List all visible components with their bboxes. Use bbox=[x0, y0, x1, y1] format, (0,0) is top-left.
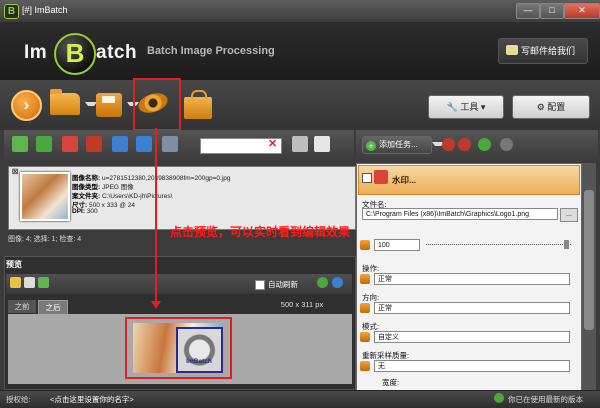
preview-highlight-box bbox=[133, 78, 181, 131]
mode-select[interactable]: 自定义 bbox=[374, 331, 570, 343]
save-button[interactable] bbox=[96, 93, 122, 117]
opacity-slider-thumb[interactable] bbox=[564, 240, 569, 249]
remove-all-icon[interactable] bbox=[86, 136, 102, 152]
settings-label: 配置 bbox=[547, 102, 566, 112]
image-dpi-line: DPI: 300 bbox=[72, 208, 98, 215]
window-title: [#] ImBatch bbox=[22, 5, 68, 15]
annotation-arrow-head bbox=[151, 301, 161, 309]
zoom-icon[interactable] bbox=[10, 277, 21, 288]
task-scrollbar-thumb[interactable] bbox=[584, 190, 594, 330]
tab-after[interactable]: 之后 bbox=[38, 300, 68, 315]
delete-task-icon[interactable] bbox=[458, 138, 471, 151]
settings-button[interactable]: ⚙ 配置 bbox=[512, 95, 590, 119]
width-label: 宽度: bbox=[382, 378, 400, 387]
maximize-button[interactable]: □ bbox=[540, 3, 564, 19]
app-icon: B bbox=[4, 4, 19, 19]
watermark-task-icon bbox=[374, 170, 388, 184]
add-folder-icon[interactable] bbox=[36, 136, 52, 152]
add-image-icon[interactable] bbox=[12, 136, 28, 152]
title-bar bbox=[0, 0, 600, 23]
filename-field[interactable]: C:\Program Files (x86)\ImBatch\Graphics\… bbox=[362, 208, 558, 220]
camera-icon[interactable] bbox=[292, 136, 308, 152]
resample-select[interactable]: 无 bbox=[374, 360, 570, 372]
logo-text-left: Im bbox=[24, 42, 48, 63]
fit-icon[interactable] bbox=[38, 277, 49, 288]
auto-refresh-checkbox[interactable] bbox=[255, 280, 265, 290]
option-icon[interactable] bbox=[500, 138, 513, 151]
browse-button[interactable]: ... bbox=[560, 208, 578, 222]
gear-icon: ⚙ bbox=[536, 102, 548, 112]
operation-select[interactable]: 正常 bbox=[374, 273, 570, 285]
hand-icon[interactable] bbox=[24, 277, 35, 288]
tools-label: 工具 bbox=[460, 102, 479, 112]
remove-image-icon[interactable] bbox=[62, 136, 78, 152]
image-thumbnail[interactable] bbox=[20, 172, 70, 221]
license-value[interactable]: <点击这里设置你的名字> bbox=[50, 394, 134, 405]
clear-search-icon[interactable]: ✕ bbox=[268, 137, 277, 150]
operation-icon bbox=[360, 274, 370, 284]
mode-icon bbox=[360, 332, 370, 342]
image-count-status: 图像: 4; 选择: 1; 检查: 4 bbox=[8, 236, 82, 243]
write-mail-label: 写邮件给我们 bbox=[521, 46, 576, 56]
annotation-arrow-line bbox=[155, 128, 157, 304]
color-icon[interactable] bbox=[332, 277, 343, 288]
direction-icon bbox=[360, 303, 370, 313]
preview-title: 预览 bbox=[6, 260, 22, 269]
shopping-bag-button[interactable] bbox=[184, 90, 212, 119]
opacity-icon bbox=[360, 240, 370, 250]
open-folder-button[interactable] bbox=[50, 89, 80, 115]
image-dpi-value: 300 bbox=[86, 208, 98, 215]
add-task-label: 添加任务... bbox=[379, 140, 418, 149]
update-status-text: 你已在使用最新的版本 bbox=[508, 395, 583, 404]
preview-toolbar bbox=[6, 274, 352, 294]
view-mode-icon[interactable] bbox=[314, 136, 330, 152]
opacity-field[interactable]: 100 bbox=[374, 239, 420, 251]
annotation-text: 点击预览，可以实时看到编辑效果 bbox=[170, 225, 351, 239]
image-checkbox[interactable]: ☒ bbox=[12, 168, 18, 176]
minimize-button[interactable]: — bbox=[516, 3, 540, 19]
auto-refresh-label: 自动刷新 bbox=[268, 280, 298, 289]
logo-text-right: atch bbox=[96, 42, 138, 63]
image-dpi-label: DPI: bbox=[72, 208, 85, 215]
close-button[interactable]: ✕ bbox=[564, 3, 600, 19]
envelope-icon bbox=[506, 45, 518, 55]
wrench-icon: 🔧 bbox=[446, 102, 461, 112]
preview-size: 500 x 311 px bbox=[280, 300, 324, 309]
move-up-icon[interactable] bbox=[112, 136, 128, 152]
update-status-icon bbox=[494, 393, 504, 403]
task-checkbox[interactable] bbox=[362, 173, 372, 183]
logo-subtitle: Batch Image Processing bbox=[147, 45, 275, 57]
write-mail-button[interactable]: 写邮件给我们 bbox=[498, 38, 588, 64]
run-icon[interactable] bbox=[478, 138, 491, 151]
refresh-icon[interactable] bbox=[317, 277, 328, 288]
license-label: 授权给: bbox=[6, 395, 31, 404]
process-arrow-button[interactable]: › bbox=[11, 90, 42, 121]
tab-before[interactable]: 之前 bbox=[8, 300, 36, 313]
opacity-slider[interactable] bbox=[426, 244, 571, 246]
logo-b-icon: B bbox=[54, 33, 96, 75]
task-title: 水印... bbox=[392, 175, 417, 185]
move-down-icon[interactable] bbox=[136, 136, 152, 152]
add-task-button[interactable]: + 添加任务... bbox=[362, 136, 432, 154]
stop-icon[interactable] bbox=[442, 138, 455, 151]
direction-select[interactable]: 正常 bbox=[374, 302, 570, 314]
tools-button[interactable]: 🔧 工具 ▾ bbox=[428, 95, 504, 119]
preview-highlight-frame bbox=[125, 317, 232, 379]
select-icon[interactable] bbox=[162, 136, 178, 152]
plus-icon: + bbox=[366, 141, 376, 151]
resample-icon bbox=[360, 361, 370, 371]
